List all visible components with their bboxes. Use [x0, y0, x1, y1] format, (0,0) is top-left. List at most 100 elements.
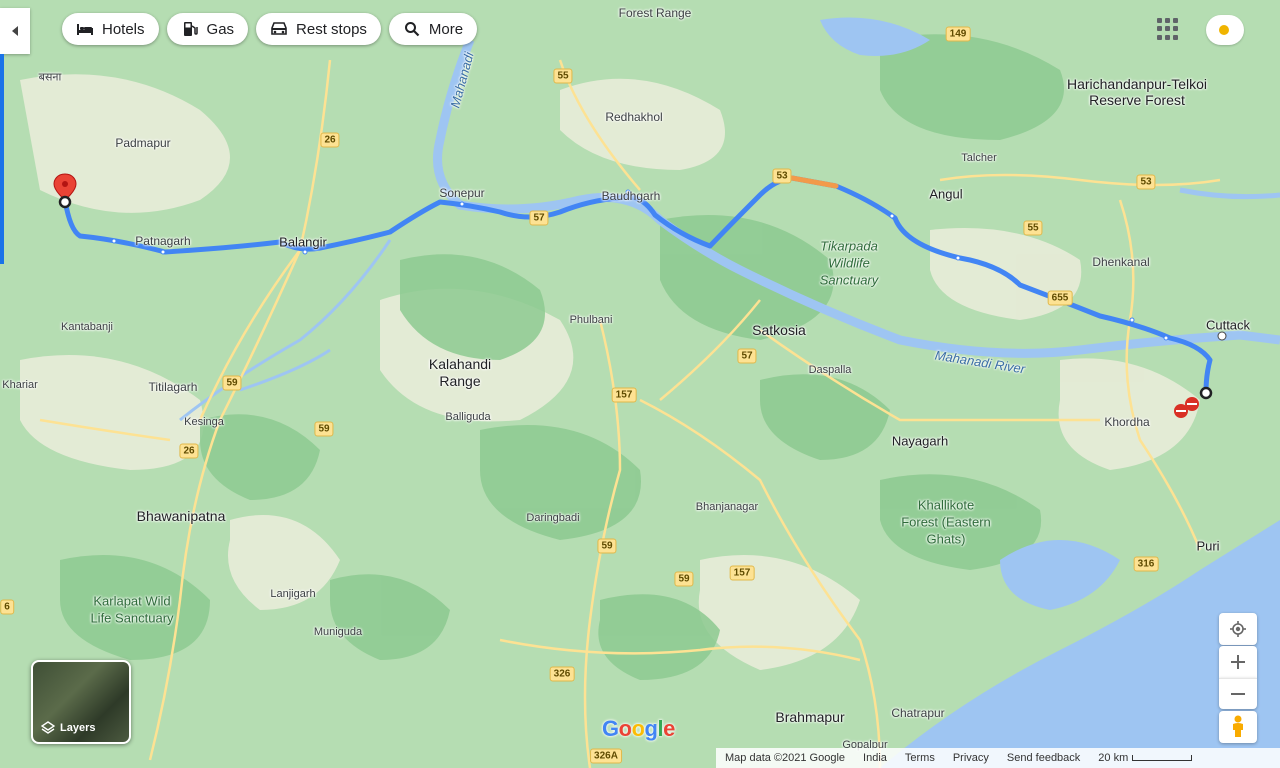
more-chip[interactable]: More — [388, 13, 478, 45]
send-feedback-link[interactable]: Send feedback — [998, 752, 1089, 764]
place-label: Harichandanpur-Telkoi — [1066, 76, 1208, 92]
place-label: Balliguda — [445, 411, 491, 423]
road-shield: 149 — [945, 26, 971, 42]
place-label: Titilagarh — [148, 380, 198, 394]
scale-label: 20 km — [1098, 752, 1129, 764]
place-label: Muniguda — [313, 626, 363, 638]
zoom-out-button[interactable] — [1219, 678, 1257, 709]
place-label: Baudhgarh — [601, 189, 661, 203]
place-label: Karlapat Wild — [93, 593, 171, 609]
account-avatar[interactable] — [1206, 15, 1244, 45]
place-label: Tikarpada — [820, 238, 878, 254]
restroom-icon — [271, 22, 287, 35]
road-shield: 53 — [1136, 174, 1156, 190]
collapse-side-panel-button[interactable] — [0, 8, 30, 54]
road-shield: 157 — [611, 387, 637, 403]
crosshair-icon — [1230, 621, 1246, 637]
map-footer: Map data ©2021 Google India Terms Privac… — [716, 748, 1280, 768]
place-label: Puri — [1196, 538, 1220, 554]
place-label: Chatrapur — [891, 706, 945, 720]
road-shield: 59 — [597, 538, 617, 554]
chip-label: Hotels — [102, 20, 145, 38]
road-shield: 326A — [590, 748, 622, 764]
place-label: Nayagarh — [891, 433, 949, 449]
place-label: Range — [439, 373, 481, 389]
layers-label-wrap: Layers — [41, 721, 95, 735]
gas-pump-icon — [183, 22, 198, 36]
pegman-icon — [1233, 715, 1243, 737]
hotels-chip[interactable]: Hotels — [62, 13, 159, 45]
road-shield: 59 — [314, 421, 334, 437]
chip-label: Gas — [206, 20, 235, 38]
place-label: Forest Range — [618, 6, 692, 20]
layers-label: Layers — [60, 722, 96, 734]
place-label: Redhakhol — [605, 110, 663, 124]
side-panel-edge — [0, 54, 4, 264]
place-label: Daspalla — [808, 364, 852, 376]
my-location-button[interactable] — [1219, 613, 1257, 645]
place-label: Dhenkanal — [1092, 255, 1150, 269]
place-label: Talcher — [961, 152, 997, 164]
place-label: Kesinga — [184, 416, 224, 428]
google-logo: Google — [602, 716, 675, 741]
road-shield: 59 — [674, 571, 694, 587]
place-label: Kalahandi — [428, 356, 492, 372]
place-label: Khordha — [1104, 415, 1150, 429]
place-label: Wildlife — [828, 255, 870, 271]
rest-stops-chip[interactable]: Rest stops — [256, 13, 381, 45]
category-chip-bar: Hotels Gas Rest stops More — [62, 13, 478, 45]
place-label: Bhanjanagar — [695, 501, 759, 513]
place-label: Padmapur — [115, 136, 171, 150]
layers-button[interactable]: Layers — [31, 660, 131, 744]
place-label: Phulbani — [569, 314, 613, 326]
road-shield: 6 — [0, 599, 14, 615]
minus-icon — [1231, 693, 1245, 695]
place-label: Sanctuary — [819, 272, 879, 288]
place-label: Brahmapur — [775, 709, 845, 725]
plus-icon — [1231, 655, 1245, 669]
privacy-link[interactable]: Privacy — [944, 752, 998, 764]
place-label: Daringbadi — [526, 512, 580, 524]
street-view-pegman-button[interactable] — [1219, 711, 1257, 743]
place-label: Bhawanipatna — [136, 508, 226, 524]
road-shield: 157 — [729, 565, 755, 581]
place-label: Cuttack — [1205, 317, 1251, 333]
place-label: Kantabanji — [61, 321, 113, 333]
road-shield: 316 — [1133, 556, 1159, 572]
road-shield: 57 — [529, 210, 549, 226]
place-label: Lanjigarh — [270, 588, 316, 600]
scale-bar[interactable]: 20 km — [1089, 752, 1201, 764]
road-shield: 53 — [772, 168, 792, 184]
road-shield: 59 — [222, 375, 242, 391]
bed-icon — [77, 24, 93, 35]
gas-chip[interactable]: Gas — [166, 13, 249, 45]
place-label: Khariar — [2, 379, 38, 391]
apps-grid-icon[interactable] — [1157, 18, 1179, 40]
road-shield: 655 — [1047, 290, 1073, 306]
place-label: बसना — [38, 71, 62, 84]
map-data-attribution: Map data ©2021 Google — [725, 752, 846, 764]
place-label: Patnagarh — [135, 234, 191, 248]
place-label: Satkosia — [752, 322, 806, 338]
place-label: Balangir — [279, 234, 327, 250]
chip-label: More — [428, 20, 464, 38]
place-label: Life Sanctuary — [90, 610, 174, 626]
chip-label: Rest stops — [296, 20, 367, 38]
place-label: Ghats) — [926, 531, 966, 547]
country-link[interactable]: India — [854, 752, 896, 764]
road-shield: 26 — [179, 443, 199, 459]
origin-point-icon[interactable] — [1199, 386, 1213, 400]
place-label: Angul — [929, 186, 963, 202]
terms-link[interactable]: Terms — [896, 752, 944, 764]
road-shield: 326 — [549, 666, 575, 682]
place-label: Forest (Eastern — [901, 514, 991, 530]
road-shield: 26 — [320, 132, 340, 148]
road-shield: 55 — [553, 68, 573, 84]
road-shield: 57 — [737, 348, 757, 364]
place-label: Sonepur — [439, 186, 485, 200]
scale-line — [1132, 755, 1193, 761]
place-label: Reserve Forest — [1089, 92, 1185, 108]
search-icon — [404, 22, 420, 37]
layers-icon — [41, 721, 55, 734]
zoom-in-button[interactable] — [1219, 646, 1257, 678]
